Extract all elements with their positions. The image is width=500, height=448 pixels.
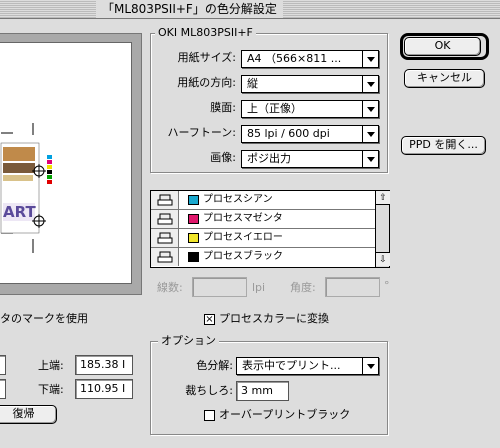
list-item[interactable]: プロセスシアン [151,191,376,210]
emulsion-label: 膜面: [210,101,236,114]
window-title: 「ML803PSII+F」の色分解設定 [96,1,283,18]
separation-label: 色分解: [196,359,233,372]
scroll-up-icon[interactable]: ⇧ [376,191,390,205]
printer-icon[interactable] [151,229,179,247]
top-margin-field[interactable]: 185.38 I [75,355,133,375]
open-ppd-button[interactable]: PPD を開く... [401,136,486,155]
chevron-down-icon [362,151,378,167]
list-scrollbar[interactable]: ⇧ ⇩ [375,191,390,267]
halftone-popup[interactable]: 85 lpi / 600 dpi [241,125,379,143]
separation-popup[interactable]: 表示中でプリント... [236,357,379,375]
color-swatch [188,214,199,224]
bottom-margin-field[interactable]: 110.95 I [75,379,133,399]
orientation-popup[interactable]: 縦 [241,75,379,93]
convert-process-checkbox[interactable]: × [204,314,215,325]
preview-page: ART [0,42,132,284]
emulsion-popup[interactable]: 上（正像） [241,100,379,118]
bleed-label: 裁ちしろ: [185,384,233,397]
printer-icon[interactable] [151,191,179,209]
color-swatch [188,233,199,243]
frequency-unit: lpi [252,281,266,294]
printer-icon[interactable] [151,248,179,266]
color-swatch [188,195,199,205]
paper-size-label: 用紙サイズ: [177,51,236,64]
halftone-value: 85 lpi / 600 dpi [247,127,330,140]
overprint-black-label: オーバープリントブラック [219,408,351,421]
image-popup[interactable]: ポジ出力 [241,150,379,168]
printer-name: OKI ML803PSII+F [155,26,256,39]
list-item[interactable]: プロセスブラック [151,248,376,267]
plate-name: プロセスマゼンタ [203,213,283,224]
plate-list[interactable]: プロセスシアン プロセスマゼンタ プロセスイエロー プロセスブラック ⇧ ⇩ [150,190,390,268]
halftone-label: ハーフトーン: [167,126,237,139]
paper-size-popup[interactable]: A4 （566×811 ... [241,50,379,68]
options-group-label: オプション [158,334,219,347]
right-margin-field[interactable] [0,379,6,399]
frequency-label: 線数: [157,281,183,294]
frequency-field[interactable] [192,277,247,297]
ok-button-ring: OK [400,33,489,60]
scroll-down-icon[interactable]: ⇩ [376,252,390,266]
use-marks-label: タのマークを使用 [0,312,88,325]
plate-name: プロセスイエロー [203,232,283,243]
printer-icon[interactable] [151,210,179,228]
orientation-label: 用紙の方向: [177,76,236,89]
orientation-value: 縦 [247,77,258,90]
preview-artwork: ART [0,123,52,253]
overprint-black-checkbox[interactable] [204,410,215,421]
chevron-down-icon [362,101,378,117]
emulsion-value: 上（正像） [247,102,302,115]
bleed-field[interactable]: 3 mm [236,381,289,401]
preview-art-text: ART [3,203,36,221]
plate-name: プロセスブラック [203,251,283,262]
chevron-down-icon [362,358,378,374]
reset-button[interactable]: 復帰 [0,405,57,424]
chevron-down-icon [362,76,378,92]
color-swatch [188,252,199,262]
plate-name: プロセスシアン [203,194,273,205]
chevron-down-icon [362,126,378,142]
angle-label: 角度: [290,281,316,294]
left-margin-field[interactable] [0,355,6,375]
image-label: 画像: [210,151,236,164]
list-item[interactable]: プロセスイエロー [151,229,376,248]
bottom-margin-label: 下端: [38,383,64,396]
angle-field[interactable] [325,277,380,297]
convert-process-label: プロセスカラーに変換 [219,312,329,325]
chevron-down-icon [362,51,378,67]
list-item[interactable]: プロセスマゼンタ [151,210,376,229]
paper-size-value: A4 （566×811 ... [247,52,342,65]
top-margin-label: 上端: [38,359,64,372]
image-value: ポジ出力 [247,152,291,165]
cancel-button[interactable]: キャンセル [404,69,485,88]
separation-value: 表示中でプリント... [242,359,341,372]
ok-button[interactable]: OK [404,37,481,56]
angle-unit: ° [384,279,390,292]
